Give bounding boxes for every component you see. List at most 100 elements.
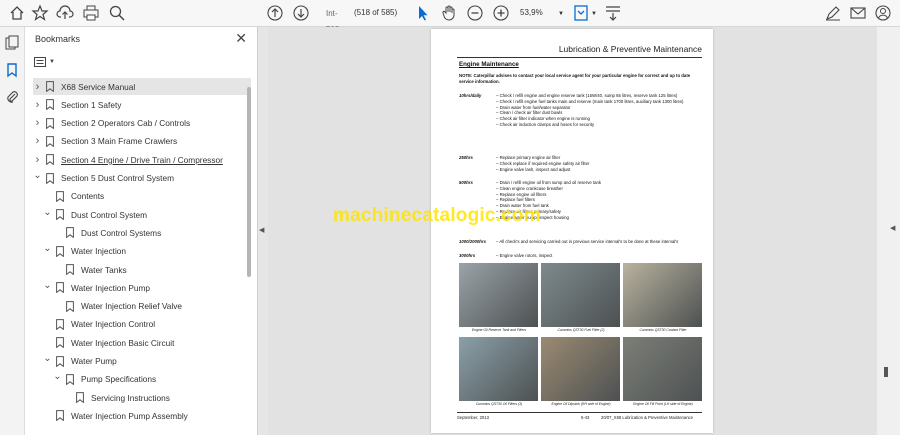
bookmark-icon — [46, 117, 54, 129]
service-interval: 1000/2000hrs — [459, 239, 486, 244]
chevron-right-icon[interactable]: › — [33, 117, 42, 129]
service-interval: 250hrs — [459, 155, 473, 160]
service-task: – All check's and servicing carried out … — [496, 239, 679, 244]
collapse-panel-icon[interactable]: ◀ — [259, 226, 264, 234]
chevron-down-icon: ▼ — [49, 59, 55, 65]
page-number-input[interactable]: Int-518 — [319, 5, 349, 34]
fill-sign-icon[interactable] — [824, 4, 842, 22]
bookmark-icon — [66, 373, 74, 385]
bookmark-icon — [56, 410, 64, 422]
bookmarks-icon[interactable] — [4, 62, 20, 78]
photo-caption: Engine Oil Dipstick (RH side of Engine) — [551, 402, 611, 406]
engine-photo — [541, 337, 620, 401]
service-task: – Check / refill engine and engine reser… — [496, 93, 678, 98]
chevron-down-icon[interactable]: ⌄ — [43, 353, 52, 364]
bookmark-icon — [66, 264, 74, 275]
chevron-right-icon[interactable]: › — [33, 154, 42, 166]
service-interval: 3000hrs — [459, 253, 476, 258]
bookmark-label: Servicing Instructions — [91, 392, 170, 403]
zoom-dropdown-caret-icon[interactable]: ▼ — [558, 11, 564, 17]
bookmark-item[interactable]: ⌄ Pump Specifications — [53, 371, 156, 388]
photo-caption: Cummins QST30 Oil Filters (3) — [475, 402, 523, 406]
chevron-down-icon[interactable]: ⌄ — [43, 243, 52, 254]
chevron-right-icon[interactable]: › — [33, 99, 42, 111]
home-icon[interactable] — [8, 4, 26, 22]
bookmark-label: Dust Control Systems — [81, 227, 162, 238]
scrollbar-thumb[interactable] — [884, 367, 888, 377]
chevron-down-icon[interactable]: ⌄ — [43, 207, 52, 218]
hand-tool-icon[interactable] — [440, 4, 458, 22]
bookmark-label: Water Injection Relief Valve — [81, 301, 182, 312]
bookmark-item[interactable]: › Section 1 Safety — [33, 96, 122, 113]
bookmark-item[interactable]: Contents — [43, 188, 104, 205]
bookmark-item[interactable]: › Section 2 Operators Cab / Controls — [33, 115, 190, 132]
panel-scrollbar[interactable] — [247, 87, 251, 277]
zoom-out-icon[interactable] — [466, 4, 484, 22]
star-icon[interactable] — [31, 4, 49, 22]
bookmark-item[interactable]: Water Injection Pump Assembly — [43, 407, 188, 424]
bookmark-icon — [56, 282, 64, 294]
service-task: – Check air induction clamps and hoses f… — [496, 121, 595, 127]
bookmark-item[interactable]: ⌄ Water Pump — [43, 353, 117, 370]
bookmark-item[interactable]: Water Injection Basic Circuit — [43, 334, 174, 351]
footer-rule — [457, 412, 702, 413]
bookmark-item[interactable]: ⌄ Dust Control System — [43, 206, 147, 223]
bookmark-item[interactable]: › X68 Service Manual — [33, 78, 251, 95]
bookmark-item[interactable]: ⌄ Section 5 Dust Control System — [33, 170, 174, 187]
previous-page-icon[interactable] — [266, 4, 284, 22]
account-icon[interactable] — [874, 4, 892, 22]
bookmark-label: Water Injection Basic Circuit — [71, 337, 175, 348]
bookmark-item[interactable]: Dust Control Systems — [53, 224, 161, 241]
print-icon[interactable] — [82, 4, 100, 22]
zoom-search-icon[interactable] — [108, 4, 126, 22]
service-task: – Check / refill engine fuel tanks main … — [496, 98, 684, 104]
zoom-in-icon[interactable] — [492, 4, 510, 22]
footer-doc-ref: 20/07_X68 Lubrication & Preventive Maint… — [601, 415, 693, 420]
page-display-icon[interactable] — [572, 4, 590, 22]
bookmark-item[interactable]: › Section 3 Main Frame Crawlers — [33, 133, 178, 150]
bookmark-label: Water Injection Control — [71, 319, 156, 330]
email-icon[interactable] — [849, 4, 867, 22]
cloud-upload-icon[interactable] — [56, 4, 74, 22]
bookmark-label: Pump Specifications — [81, 374, 157, 385]
bookmark-label: Dust Control System — [71, 209, 148, 220]
bookmark-label: Water Injection Pump Assembly — [71, 410, 188, 421]
bookmark-icon — [56, 318, 64, 330]
bookmark-item[interactable]: Water Tanks — [53, 261, 127, 278]
bookmark-label: Section 4 Engine / Drive Train / Compres… — [61, 154, 223, 165]
chevron-down-icon[interactable]: ⌄ — [33, 170, 42, 181]
bookmark-item[interactable]: Water Injection Control — [43, 316, 155, 333]
bookmark-item[interactable]: ⌄ Water Injection Pump — [43, 279, 150, 296]
select-cursor-icon[interactable] — [414, 4, 432, 22]
bookmark-icon — [56, 337, 64, 349]
panel-title: Bookmarks — [35, 34, 81, 44]
next-page-icon[interactable] — [292, 4, 310, 22]
bookmark-item[interactable]: ⌄ Water Injection — [43, 243, 126, 260]
bookmark-item[interactable]: › Section 4 Engine / Drive Train / Compre… — [33, 151, 223, 168]
bookmark-label: Water Injection — [71, 246, 127, 257]
chevron-right-icon[interactable]: › — [33, 81, 42, 93]
close-icon[interactable]: ✕ — [235, 30, 247, 47]
bookmark-label: X68 Service Manual — [61, 81, 136, 92]
page-display-caret-icon[interactable]: ▼ — [591, 11, 597, 17]
chevron-down-icon[interactable]: ⌄ — [53, 371, 62, 382]
service-task: – Engine valve lash, inspect and adjust — [496, 166, 571, 172]
pages-thumbnails-icon[interactable] — [4, 35, 20, 51]
page-header: Lubrication & Preventive Maintenance — [558, 44, 702, 54]
document-scrollbar[interactable] — [877, 27, 900, 435]
bookmark-item[interactable]: Servicing Instructions — [63, 389, 170, 406]
service-task: – Engine valve rotors, inspect — [496, 253, 553, 258]
zoom-level-field[interactable]: 53,9% — [520, 5, 556, 21]
expand-right-pane-icon[interactable]: ◀ — [890, 224, 895, 232]
chevron-right-icon[interactable]: › — [33, 135, 42, 147]
engine-photo — [459, 337, 538, 401]
footer-page-number: 5-43 — [581, 415, 590, 420]
engine-photo — [459, 263, 538, 327]
scrolling-mode-icon[interactable] — [604, 4, 622, 22]
attachments-icon[interactable] — [4, 89, 20, 105]
chevron-down-icon[interactable]: ⌄ — [43, 280, 52, 291]
bookmark-icon — [46, 154, 54, 166]
bookmark-item[interactable]: Water Injection Relief Valve — [53, 298, 182, 315]
bookmark-options-button[interactable]: ▼ — [34, 55, 58, 69]
bookmark-icon — [56, 355, 64, 367]
